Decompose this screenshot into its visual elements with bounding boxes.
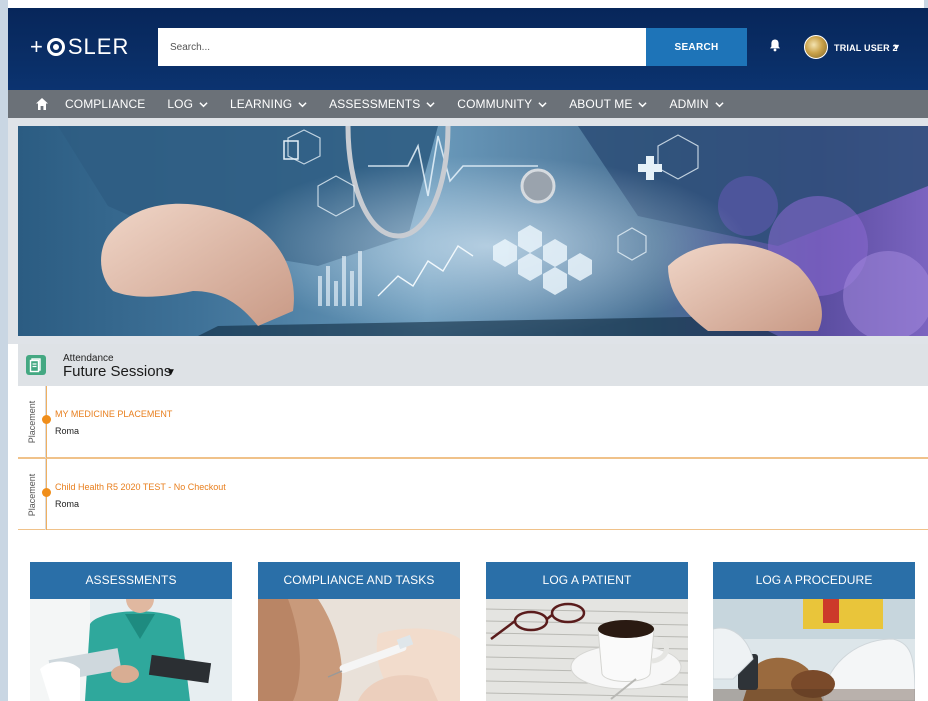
- caret-down-icon[interactable]: ▼: [166, 367, 176, 378]
- nav-assessments-label: ASSESSMENTS: [329, 97, 421, 111]
- nav-about-me-label: ABOUT ME: [569, 97, 633, 111]
- chevron-down-icon: [715, 101, 724, 107]
- logo-text: SLER: [67, 34, 130, 59]
- bell-icon[interactable]: [768, 38, 782, 52]
- timeline-dot: [42, 488, 51, 497]
- tile-log-procedure-image: [713, 599, 915, 701]
- nav-admin[interactable]: ADMIN: [669, 97, 724, 111]
- nav-learning[interactable]: LEARNING: [230, 97, 307, 111]
- osler-logo[interactable]: + SLER: [30, 34, 129, 60]
- attendance-view-selector[interactable]: Future Sessions: [63, 363, 171, 380]
- session-name-link[interactable]: MY MEDICINE PLACEMENT: [55, 409, 172, 419]
- tile-log-a-patient[interactable]: LOG A PATIENT: [486, 562, 688, 701]
- tile-log-patient-image: [486, 599, 688, 701]
- logo-ring-icon: [46, 38, 65, 56]
- main-nav: COMPLIANCE LOG LEARNING ASSESSMENTS COMM…: [8, 90, 928, 118]
- tile-compliance-image: [258, 599, 460, 701]
- user-name[interactable]: TRIAL USER 2: [834, 43, 898, 53]
- document-icon: [29, 358, 41, 373]
- chevron-down-icon: [199, 101, 208, 107]
- logo-plus: +: [30, 34, 44, 59]
- nav-about-me[interactable]: ABOUT ME: [569, 97, 648, 111]
- timeline-dot: [42, 415, 51, 424]
- attendance-icon: [26, 355, 46, 375]
- tile-compliance-and-tasks[interactable]: COMPLIANCE AND TASKS: [258, 562, 460, 701]
- nav-log-label: LOG: [167, 97, 194, 111]
- chevron-down-icon: [538, 101, 547, 107]
- site-header: + SLER SEARCH TRIAL USER 2 ▼: [8, 8, 928, 90]
- nav-admin-label: ADMIN: [669, 97, 709, 111]
- nav-assessments[interactable]: ASSESSMENTS: [329, 97, 435, 111]
- tile-assessments-title: ASSESSMENTS: [30, 562, 232, 599]
- nav-compliance[interactable]: COMPLIANCE: [65, 97, 145, 111]
- chevron-down-icon: [298, 101, 307, 107]
- session-type-text: Placement: [26, 473, 37, 517]
- user-avatar[interactable]: [804, 35, 828, 59]
- tile-assessments[interactable]: ASSESSMENTS: [30, 562, 232, 701]
- session-location: Roma: [55, 499, 80, 509]
- session-location: Roma: [55, 426, 80, 436]
- tile-log-patient-title: LOG A PATIENT: [486, 562, 688, 599]
- home-icon[interactable]: [35, 97, 49, 111]
- hero-banner-image: [18, 126, 928, 336]
- attendance-header: Attendance Future Sessions ▼: [18, 344, 928, 386]
- nav-learning-label: LEARNING: [230, 97, 293, 111]
- tile-log-procedure-title: LOG A PROCEDURE: [713, 562, 915, 599]
- tile-assessments-image: [30, 599, 232, 701]
- session-type-text: Placement: [26, 400, 37, 444]
- tile-log-a-procedure[interactable]: LOG A PROCEDURE: [713, 562, 915, 701]
- session-item[interactable]: Placement MY MEDICINE PLACEMENT Roma: [18, 386, 928, 458]
- chevron-down-icon: [638, 101, 648, 107]
- nav-community[interactable]: COMMUNITY: [457, 97, 547, 111]
- search-button[interactable]: SEARCH: [646, 28, 747, 66]
- user-menu-caret-icon[interactable]: ▼: [892, 42, 901, 52]
- nav-log[interactable]: LOG: [167, 97, 208, 111]
- session-name-link[interactable]: Child Health R5 2020 TEST - No Checkout: [55, 482, 226, 492]
- session-item[interactable]: Placement Child Health R5 2020 TEST - No…: [18, 458, 928, 531]
- tile-compliance-title: COMPLIANCE AND TASKS: [258, 562, 460, 599]
- page-gutter-left: [0, 0, 8, 701]
- chevron-down-icon: [426, 101, 435, 107]
- nav-compliance-label: COMPLIANCE: [65, 97, 146, 111]
- search-input[interactable]: [158, 28, 646, 66]
- nav-community-label: COMMUNITY: [457, 97, 533, 111]
